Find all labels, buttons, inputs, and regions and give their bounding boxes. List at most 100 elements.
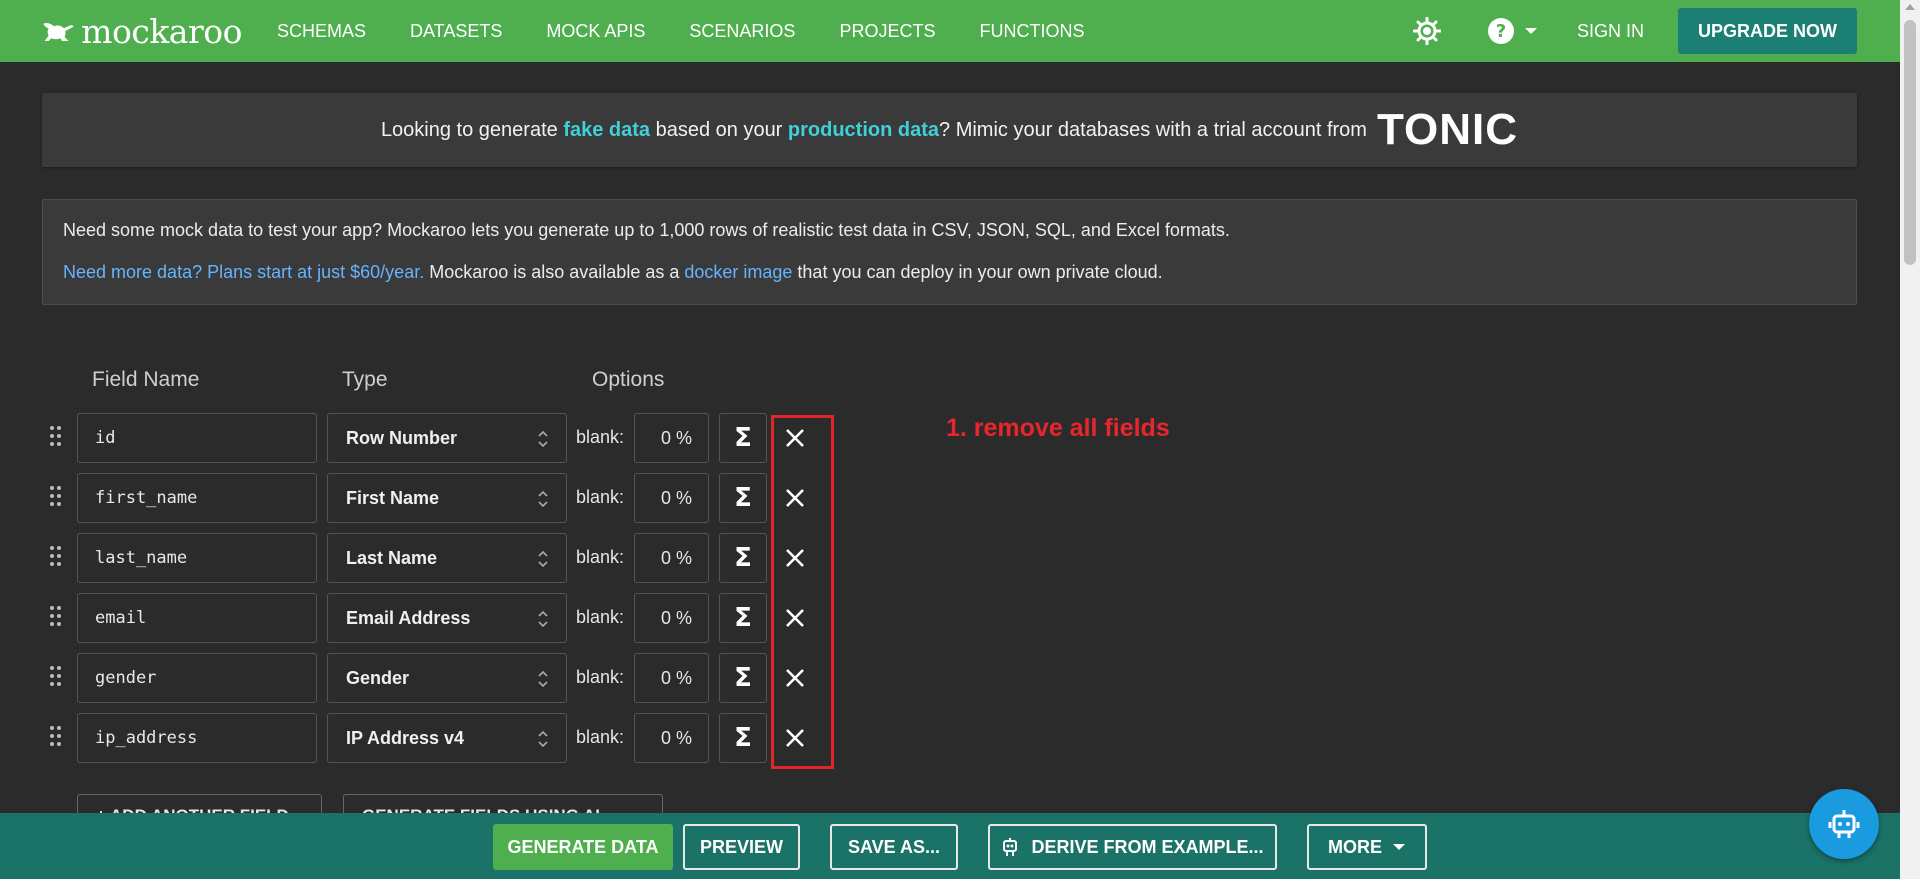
field-type-label: IP Address v4: [346, 727, 465, 748]
formula-button[interactable]: Σ: [719, 593, 767, 643]
sigma-icon: Σ: [734, 723, 752, 753]
field-name-input[interactable]: last_name: [77, 533, 317, 583]
column-header-type: Type: [342, 368, 388, 391]
nav-link-projects[interactable]: PROJECTS: [839, 21, 935, 42]
blank-percent-input[interactable]: 0 %: [634, 533, 709, 583]
field-row: email Email Address blank: 0 % Σ: [0, 593, 900, 643]
field-type-select[interactable]: Row Number: [327, 413, 567, 463]
scroll-up-arrow-icon[interactable]: [1905, 4, 1915, 10]
ai-assistant-button[interactable]: [1809, 789, 1879, 859]
blank-percent-input[interactable]: 0 %: [634, 653, 709, 703]
field-type-label: Last Name: [346, 547, 438, 568]
column-header-options: Options: [592, 368, 665, 391]
tonic-logo[interactable]: TONIC: [1377, 105, 1518, 155]
banner-text-2: based on your: [650, 118, 788, 141]
page-scrollbar[interactable]: [1900, 0, 1920, 879]
banner-text-1: Looking to generate: [380, 118, 564, 141]
formula-button[interactable]: Σ: [719, 653, 767, 703]
blank-percent-input[interactable]: 0 %: [634, 713, 709, 763]
field-type-select[interactable]: IP Address v4: [327, 713, 567, 763]
updown-arrows-icon: [538, 550, 548, 568]
formula-button[interactable]: Σ: [719, 413, 767, 463]
robot-icon: [1828, 810, 1860, 838]
updown-arrows-icon: [538, 670, 548, 688]
kangaroo-logo-icon: [43, 23, 74, 41]
field-type-select[interactable]: First Name: [327, 473, 567, 523]
scroll-thumb[interactable]: [1904, 20, 1916, 265]
nav-link-functions[interactable]: FUNCTIONS: [979, 21, 1084, 42]
derive-from-example-button[interactable]: DERIVE FROM EXAMPLE...: [988, 824, 1277, 870]
save-as-button[interactable]: SAVE AS...: [830, 824, 958, 870]
blank-label: blank:: [576, 727, 625, 747]
drag-handle-icon[interactable]: [50, 666, 62, 690]
info-box: Need some mock data to test your app? Mo…: [42, 199, 1857, 305]
logo[interactable]: mockaroo: [42, 12, 242, 51]
field-row: id Row Number blank: 0 % Σ: [0, 413, 900, 463]
blank-label: blank:: [576, 547, 625, 567]
plans-link[interactable]: Need more data? Plans start at just $60/…: [63, 262, 424, 282]
field-type-select[interactable]: Gender: [327, 653, 567, 703]
logo-text: mockaroo: [81, 11, 242, 51]
blank-percent-input[interactable]: 0 %: [634, 593, 709, 643]
field-row: last_name Last Name blank: 0 % Σ: [0, 533, 900, 583]
field-name-input[interactable]: id: [77, 413, 317, 463]
formula-button[interactable]: Σ: [719, 533, 767, 583]
drag-handle-icon[interactable]: [50, 606, 62, 630]
updown-arrows-icon: [538, 490, 548, 508]
drag-handle-icon[interactable]: [50, 726, 62, 750]
formula-button[interactable]: Σ: [719, 473, 767, 523]
help-icon: ?: [1487, 18, 1514, 44]
field-row: ip_address IP Address v4 blank: 0 % Σ: [0, 713, 900, 763]
nav-link-mock-apis[interactable]: MOCK APIS: [546, 21, 645, 42]
bottom-action-bar: GENERATE DATA PREVIEW SAVE AS... DERIVE …: [0, 813, 1900, 879]
theme-toggle-icon[interactable]: [1412, 17, 1441, 45]
robot-icon: [1003, 838, 1018, 856]
updown-arrows-icon: [538, 730, 548, 748]
preview-button[interactable]: PREVIEW: [683, 824, 800, 870]
banner-highlight-production-data: production data: [787, 118, 940, 141]
drag-handle-icon[interactable]: [50, 546, 62, 570]
column-header-field-name: Field Name: [92, 368, 200, 391]
field-name-input[interactable]: email: [77, 593, 317, 643]
docker-image-link[interactable]: docker image: [684, 262, 792, 282]
info-text-3: that you can deploy in your own private …: [792, 262, 1163, 282]
help-menu[interactable]: ?: [1487, 17, 1539, 45]
upgrade-now-button[interactable]: UPGRADE NOW: [1678, 8, 1857, 54]
field-type-label: Email Address: [346, 607, 471, 628]
generate-data-button[interactable]: GENERATE DATA: [493, 824, 673, 870]
drag-handle-icon[interactable]: [50, 426, 62, 450]
nav-right: ? SIGN IN UPGRADE NOW: [1412, 0, 1920, 62]
more-menu-button[interactable]: MORE: [1307, 824, 1427, 870]
banner-text-3: ? Mimic your databases with a trial acco…: [939, 118, 1367, 141]
nav-links: SCHEMAS DATASETS MOCK APIS SCENARIOS PRO…: [277, 21, 1128, 42]
top-navbar: mockaroo SCHEMAS DATASETS MOCK APIS SCEN…: [0, 0, 1920, 62]
field-row: gender Gender blank: 0 % Σ: [0, 653, 900, 703]
chevron-down-icon: [1393, 844, 1405, 850]
more-label: MORE: [1328, 836, 1382, 857]
field-name-input[interactable]: gender: [77, 653, 317, 703]
derive-label: DERIVE FROM EXAMPLE...: [1031, 836, 1264, 857]
info-line-1: Need some mock data to test your app? Mo…: [63, 220, 1230, 240]
blank-label: blank:: [576, 667, 625, 687]
nav-link-scenarios[interactable]: SCENARIOS: [689, 21, 795, 42]
blank-percent-input[interactable]: 0 %: [634, 413, 709, 463]
field-type-label: Gender: [346, 667, 410, 688]
tonic-logo-text: TONIC: [1376, 105, 1519, 154]
field-type-select[interactable]: Last Name: [327, 533, 567, 583]
nav-link-schemas[interactable]: SCHEMAS: [277, 21, 366, 42]
formula-button[interactable]: Σ: [719, 713, 767, 763]
info-line-2: Need more data? Plans start at just $60/…: [63, 262, 1836, 283]
field-type-select[interactable]: Email Address: [327, 593, 567, 643]
blank-percent-input[interactable]: 0 %: [634, 473, 709, 523]
drag-handle-icon[interactable]: [50, 486, 62, 510]
sigma-icon: Σ: [734, 543, 752, 573]
field-name-input[interactable]: ip_address: [77, 713, 317, 763]
nav-link-datasets[interactable]: DATASETS: [410, 21, 502, 42]
svg-text:?: ?: [1496, 21, 1506, 42]
sign-in-link[interactable]: SIGN IN: [1577, 21, 1644, 42]
updown-arrows-icon: [538, 610, 548, 628]
tonic-promo-banner[interactable]: Looking to generate fake data based on y…: [42, 93, 1857, 167]
field-row: first_name First Name blank: 0 % Σ: [0, 473, 900, 523]
field-name-input[interactable]: first_name: [77, 473, 317, 523]
field-type-label: First Name: [346, 487, 440, 508]
